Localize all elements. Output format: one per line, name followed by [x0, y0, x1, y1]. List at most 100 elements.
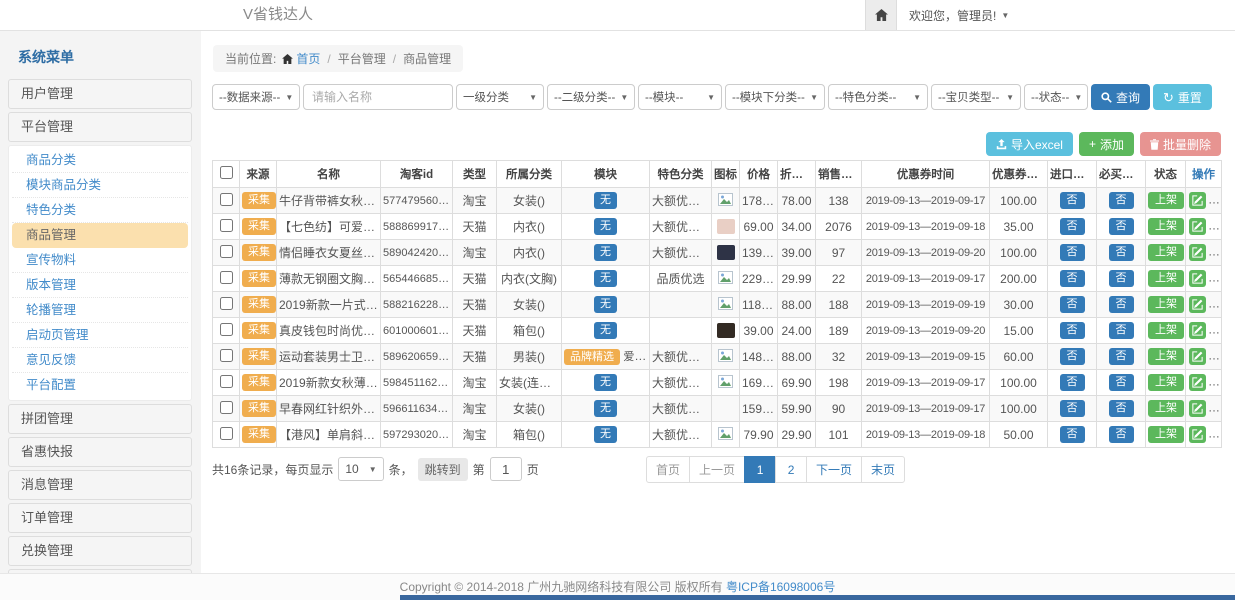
- edit-button[interactable]: [1189, 426, 1206, 443]
- sidebar-item-3[interactable]: 模块商品分类: [12, 173, 188, 198]
- row-checkbox[interactable]: [220, 193, 233, 206]
- edit-button[interactable]: [1189, 244, 1206, 261]
- must-buy-toggle[interactable]: 否: [1109, 270, 1134, 287]
- icp-link[interactable]: 粤ICP备16098006号: [726, 580, 835, 594]
- filter-select-category-1[interactable]: 一级分类▼: [456, 84, 544, 110]
- filter-select-feature[interactable]: --特色分类--▼: [828, 84, 928, 110]
- sidebar-item-8[interactable]: 轮播管理: [12, 298, 188, 323]
- sidebar-group-0[interactable]: 用户管理: [8, 79, 192, 109]
- name-search-input[interactable]: [303, 84, 453, 110]
- must-buy-toggle[interactable]: 否: [1109, 244, 1134, 261]
- sidebar-group-16[interactable]: 兑换管理: [8, 536, 192, 566]
- import-select-toggle[interactable]: 否: [1060, 374, 1085, 391]
- edit-button[interactable]: [1189, 192, 1206, 209]
- reset-button[interactable]: ↻ 重置: [1153, 84, 1212, 110]
- module-none-badge: 无: [594, 400, 617, 417]
- page-button-1[interactable]: 首页: [646, 456, 690, 483]
- must-buy-toggle[interactable]: 否: [1109, 322, 1134, 339]
- row-checkbox[interactable]: [220, 297, 233, 310]
- import-excel-button[interactable]: 导入excel: [986, 132, 1073, 156]
- sidebar-item-4[interactable]: 特色分类: [12, 198, 188, 223]
- sidebar-group-13[interactable]: 省惠快报: [8, 437, 192, 467]
- jump-button[interactable]: 跳转到: [418, 458, 468, 481]
- edit-button[interactable]: [1189, 322, 1206, 339]
- sidebar-group-12[interactable]: 拼团管理: [8, 404, 192, 434]
- import-select-toggle[interactable]: 否: [1060, 270, 1085, 287]
- must-buy-toggle[interactable]: 否: [1109, 296, 1134, 313]
- sidebar-item-5-active[interactable]: 商品管理: [12, 223, 188, 248]
- status-toggle[interactable]: 上架: [1148, 270, 1184, 287]
- sidebar-item-6[interactable]: 宣传物料: [12, 248, 188, 273]
- status-toggle[interactable]: 上架: [1148, 322, 1184, 339]
- import-select-toggle[interactable]: 否: [1060, 426, 1085, 443]
- import-select-toggle[interactable]: 否: [1060, 400, 1085, 417]
- row-checkbox[interactable]: [220, 375, 233, 388]
- edit-button[interactable]: [1189, 374, 1206, 391]
- edit-button[interactable]: [1189, 400, 1206, 417]
- must-buy-toggle[interactable]: 否: [1109, 374, 1134, 391]
- import-select-toggle[interactable]: 否: [1060, 348, 1085, 365]
- batch-delete-button[interactable]: 批量删除: [1140, 132, 1221, 156]
- sales-cell: 22: [816, 266, 862, 292]
- must-buy-toggle[interactable]: 否: [1109, 400, 1134, 417]
- status-toggle[interactable]: 上架: [1148, 296, 1184, 313]
- user-menu[interactable]: 欢迎您，管理员! ▼: [909, 7, 1009, 24]
- sidebar-item-2[interactable]: 商品分类: [12, 148, 188, 173]
- import-select-toggle[interactable]: 否: [1060, 192, 1085, 209]
- filter-select-item-type[interactable]: --宝贝类型--▼: [931, 84, 1021, 110]
- status-toggle[interactable]: 上架: [1148, 244, 1184, 261]
- edit-button[interactable]: [1189, 218, 1206, 235]
- edit-button[interactable]: [1189, 270, 1206, 287]
- sidebar-item-11[interactable]: 平台配置: [12, 373, 188, 398]
- row-checkbox[interactable]: [220, 427, 233, 440]
- row-checkbox[interactable]: [220, 219, 233, 232]
- status-toggle[interactable]: 上架: [1148, 192, 1184, 209]
- import-select-toggle[interactable]: 否: [1060, 218, 1085, 235]
- select-all-checkbox[interactable]: [220, 166, 233, 179]
- feature-category: 大额优惠券: [652, 350, 712, 364]
- row-checkbox[interactable]: [220, 245, 233, 258]
- row-checkbox[interactable]: [220, 271, 233, 284]
- sidebar-group-1[interactable]: 平台管理: [8, 112, 192, 142]
- price-cell: 229.99: [740, 266, 778, 292]
- row-checkbox[interactable]: [220, 349, 233, 362]
- add-button[interactable]: + 添加: [1079, 132, 1134, 156]
- edit-button[interactable]: [1189, 348, 1206, 365]
- page-button-2[interactable]: 上一页: [689, 456, 745, 483]
- page-button-5[interactable]: 下一页: [806, 456, 862, 483]
- filter-select-module[interactable]: --模块--▼: [638, 84, 722, 110]
- search-button[interactable]: 查询: [1091, 84, 1150, 110]
- page-button-4[interactable]: 2: [775, 456, 807, 483]
- edit-button[interactable]: [1189, 296, 1206, 313]
- breadcrumb-home-link[interactable]: 首页: [296, 50, 320, 67]
- import-select-toggle[interactable]: 否: [1060, 296, 1085, 313]
- filter-select-module-sub[interactable]: --模块下分类--▼: [725, 84, 825, 110]
- status-toggle[interactable]: 上架: [1148, 218, 1184, 235]
- sidebar-item-10[interactable]: 意见反馈: [12, 348, 188, 373]
- home-button[interactable]: [865, 0, 897, 30]
- sidebar-item-7[interactable]: 版本管理: [12, 273, 188, 298]
- must-buy-toggle[interactable]: 否: [1109, 218, 1134, 235]
- import-select-toggle[interactable]: 否: [1060, 322, 1085, 339]
- status-toggle[interactable]: 上架: [1148, 348, 1184, 365]
- import-select-toggle[interactable]: 否: [1060, 244, 1085, 261]
- sidebar-group-14[interactable]: 消息管理: [8, 470, 192, 500]
- filter-select-category-2[interactable]: --二级分类--▼: [547, 84, 635, 110]
- must-buy-toggle[interactable]: 否: [1109, 192, 1134, 209]
- must-buy-toggle[interactable]: 否: [1109, 426, 1134, 443]
- page-button-3[interactable]: 1: [744, 456, 776, 483]
- sidebar-item-9[interactable]: 启动页管理: [12, 323, 188, 348]
- status-toggle[interactable]: 上架: [1148, 400, 1184, 417]
- status-toggle[interactable]: 上架: [1148, 374, 1184, 391]
- row-checkbox[interactable]: [220, 401, 233, 414]
- filter-select-data-source[interactable]: --数据来源--▼: [212, 84, 300, 110]
- page-number-input[interactable]: [490, 457, 522, 481]
- filter-select-status[interactable]: --状态--▼: [1024, 84, 1088, 110]
- status-toggle[interactable]: 上架: [1148, 426, 1184, 443]
- table-row: 采集2019新款一片式系...588216228899天猫女装()无118.00…: [213, 292, 1222, 318]
- sidebar-group-15[interactable]: 订单管理: [8, 503, 192, 533]
- row-checkbox[interactable]: [220, 323, 233, 336]
- page-button-6[interactable]: 末页: [861, 456, 905, 483]
- per-page-select[interactable]: 10 ▼: [338, 457, 383, 481]
- must-buy-toggle[interactable]: 否: [1109, 348, 1134, 365]
